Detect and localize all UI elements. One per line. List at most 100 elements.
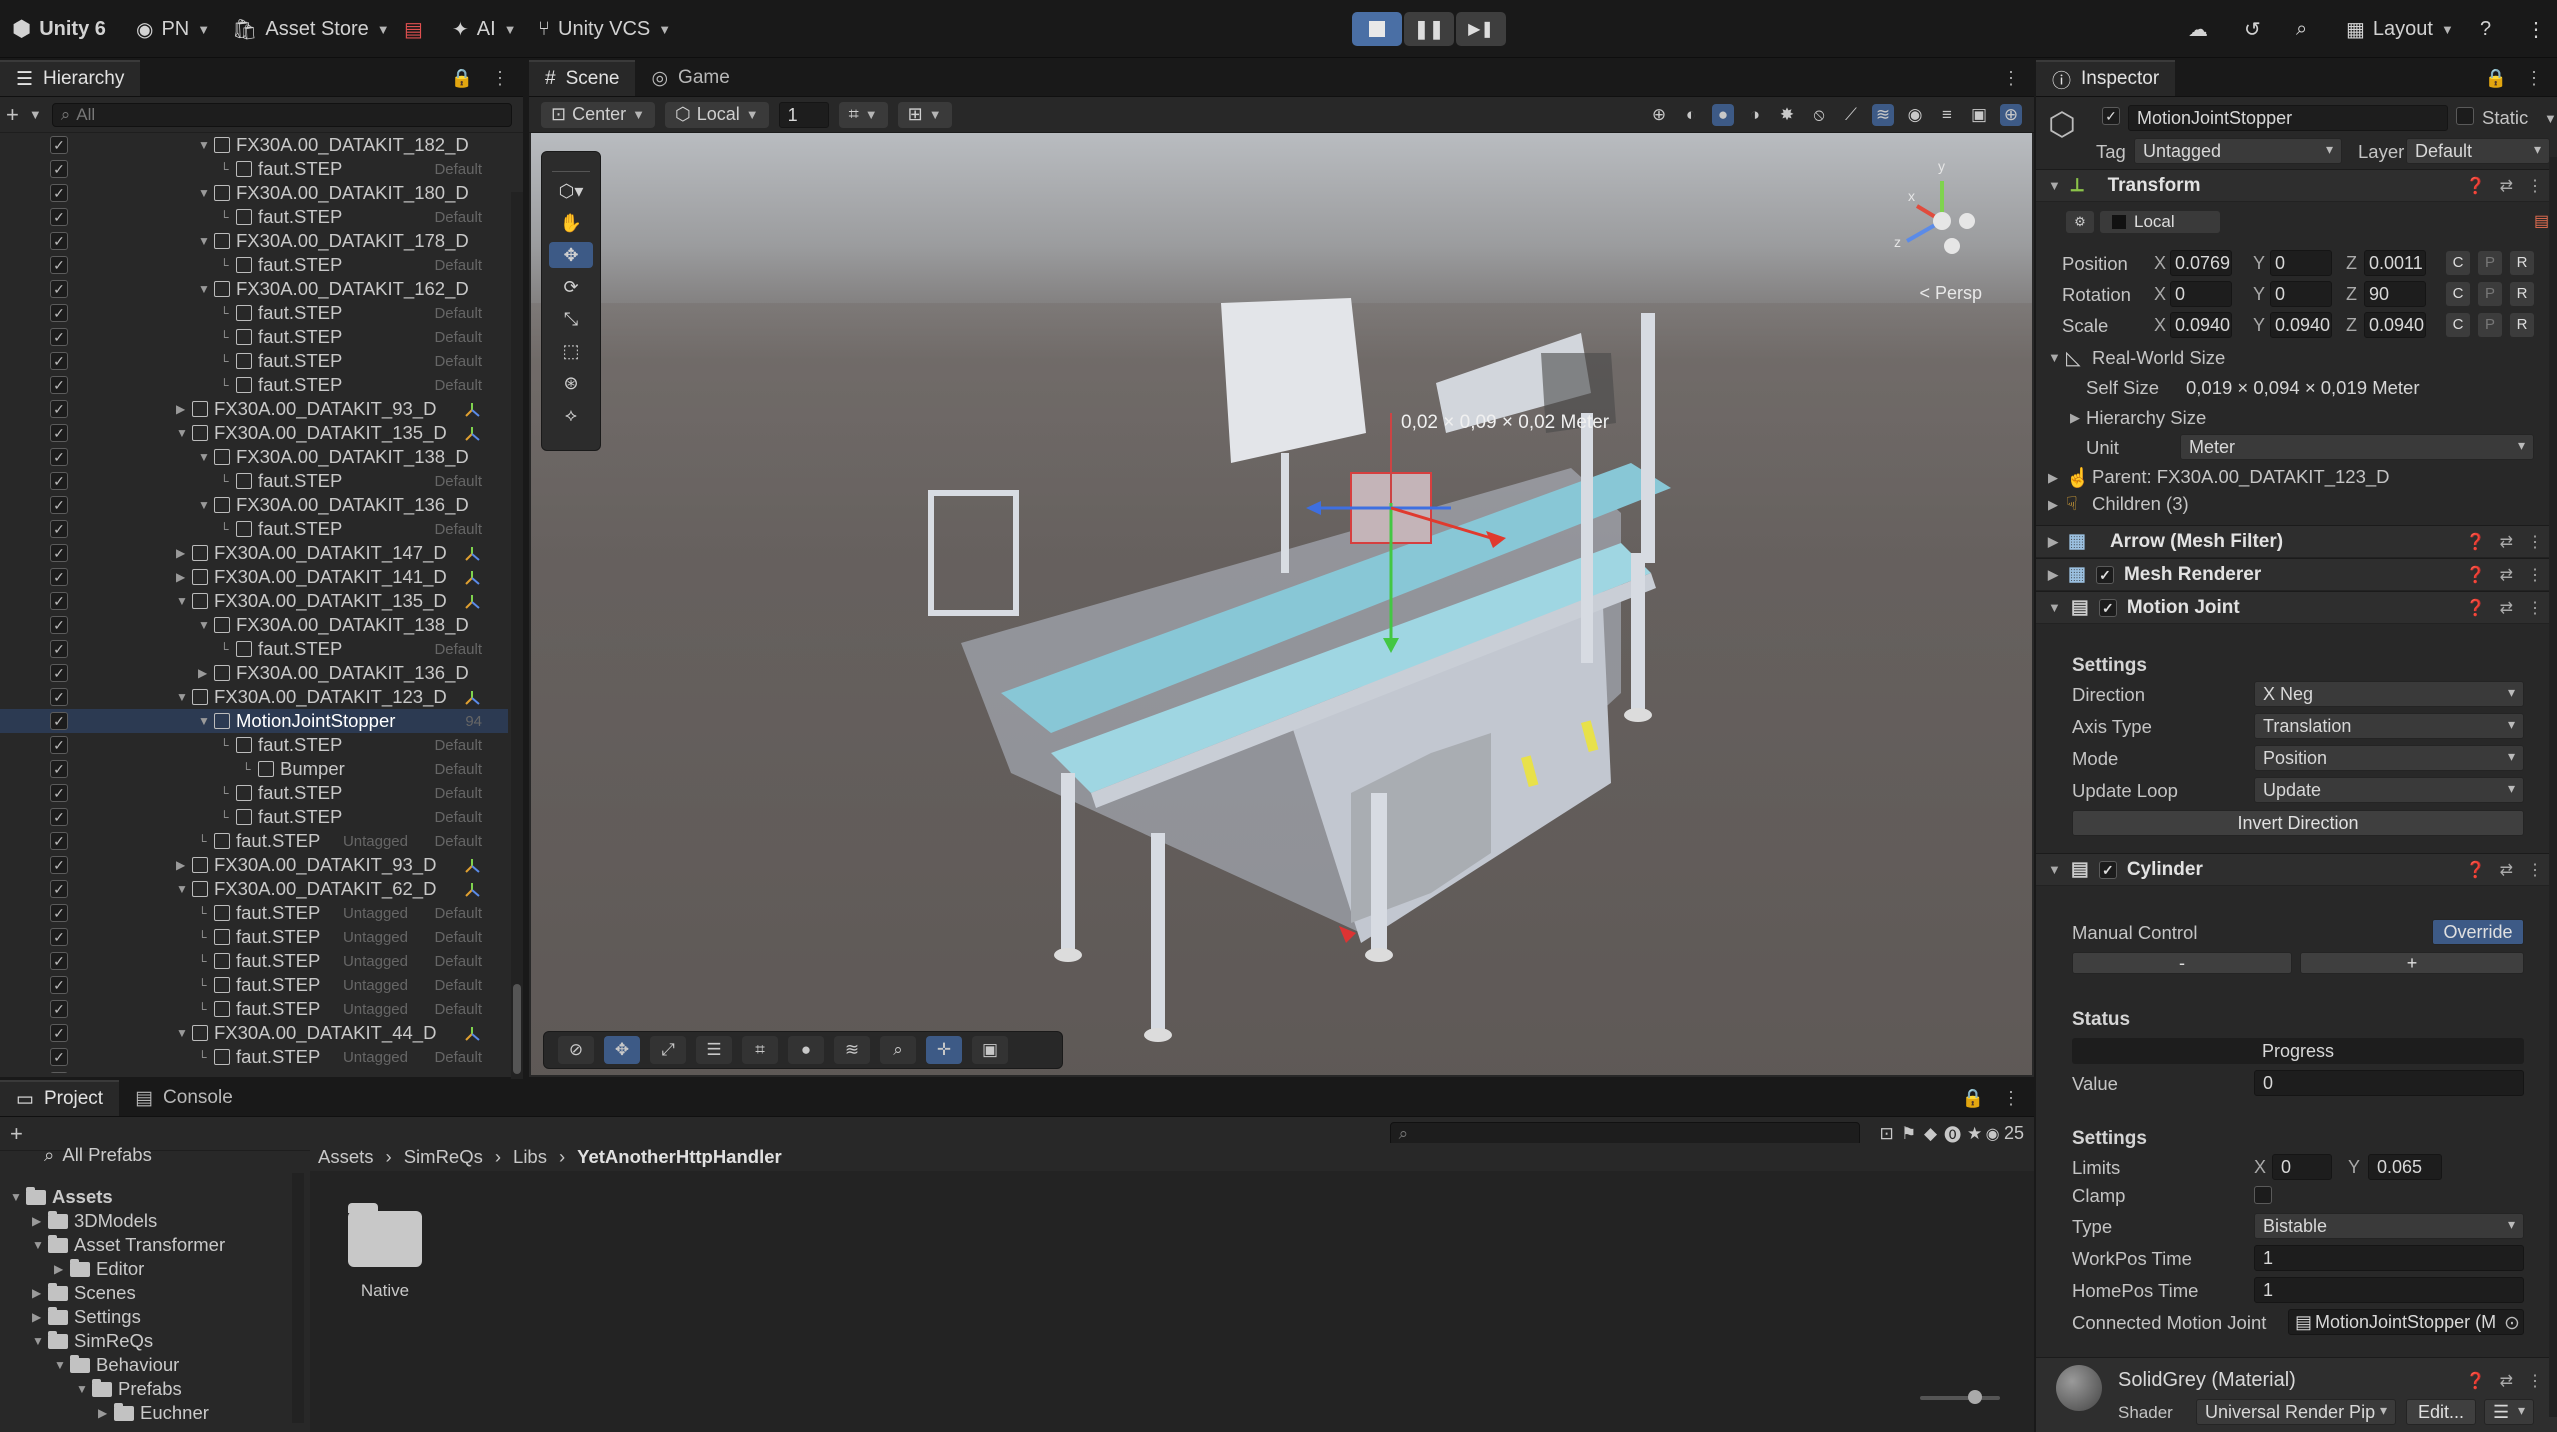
breadcrumb-item[interactable]: Libs: [513, 1146, 547, 1168]
active-checkbox[interactable]: ✓: [50, 208, 68, 226]
chevron-down-icon[interactable]: ▼: [10, 1190, 26, 1204]
move-tool[interactable]: ✥: [549, 242, 593, 268]
label-icon[interactable]: ◆: [1920, 1123, 1942, 1145]
active-checkbox[interactable]: ✓: [50, 1048, 68, 1066]
custom-tool[interactable]: ⟡: [549, 402, 593, 428]
grid-snap-icon[interactable]: ⌗: [742, 1036, 778, 1064]
help-icon[interactable]: ❓: [2466, 860, 2486, 880]
transform-tool-icon[interactable]: ⚙: [2066, 211, 2094, 233]
chevron-down-icon[interactable]: ▼: [32, 1334, 48, 1348]
active-checkbox[interactable]: ✓: [50, 928, 68, 946]
hierarchy-row[interactable]: ✓└faut.STEPUntaggedDefault: [0, 1069, 508, 1073]
chevron-down-icon[interactable]: ▼: [176, 1026, 192, 1040]
hierarchy-row[interactable]: ✓ ▼ FX30A.00_DATAKIT_180_D: [0, 181, 508, 205]
rotation-x-field[interactable]: 0: [2170, 281, 2232, 307]
hierarchy-row[interactable]: ✓ └ faut.STEP Default: [0, 373, 508, 397]
chevron-right-icon[interactable]: ▶: [32, 1214, 48, 1228]
invert-direction-button[interactable]: Invert Direction: [2072, 810, 2524, 836]
project-tree-item[interactable]: ▶ Scenes: [0, 1281, 305, 1305]
star-icon[interactable]: ★: [1964, 1123, 1986, 1145]
hierarchy-search[interactable]: ⌕ All: [51, 102, 512, 127]
position-r-button[interactable]: R: [2510, 251, 2534, 275]
hierarchy-item[interactable]: ▼ FX30A.00_DATAKIT_162_D: [198, 278, 469, 300]
more-icon[interactable]: ⋮: [2002, 68, 2020, 89]
active-checkbox[interactable]: ✓: [50, 904, 68, 922]
shader-options-dropdown[interactable]: ☰: [2484, 1399, 2534, 1425]
camera-icon[interactable]: ▣: [972, 1036, 1008, 1064]
tab-hierarchy[interactable]: ☰ Hierarchy: [0, 60, 141, 96]
hierarchy-item[interactable]: └ faut.STEP: [220, 782, 342, 804]
hierarchy-item[interactable]: ▼ FX30A.00_DATAKIT_62_D: [176, 878, 436, 900]
chevron-down-icon[interactable]: ▼: [198, 234, 214, 248]
hierarchy-item[interactable]: ▼ FX30A.00_DATAKIT_44_D: [176, 1022, 436, 1044]
hierarchy-row[interactable]: ✓└faut.STEPUntaggedDefault: [0, 925, 508, 949]
warning-icon[interactable]: ⓿: [1942, 1123, 1964, 1145]
workpos-field[interactable]: 1: [2254, 1245, 2524, 1271]
preset-icon[interactable]: ⇄: [2500, 598, 2513, 618]
chevron-right-icon[interactable]: ▶: [198, 666, 214, 680]
tree-scrollbar[interactable]: [292, 1173, 304, 1423]
mesh-renderer-checkbox[interactable]: ✓: [2095, 565, 2114, 584]
hierarchy-item[interactable]: ▼ FX30A.00_DATAKIT_135_D: [176, 590, 447, 612]
hierarchy-item[interactable]: └ faut.STEP: [198, 950, 320, 972]
active-checkbox[interactable]: ✓: [50, 664, 68, 682]
children-label[interactable]: Children (3): [2092, 493, 2189, 515]
lit-icon[interactable]: ◑: [1744, 104, 1766, 126]
active-checkbox[interactable]: ✓: [50, 1024, 68, 1042]
type-dropdown[interactable]: Bistable: [2254, 1213, 2524, 1239]
hierarchy-row[interactable]: ✓└faut.STEPUntaggedDefault: [0, 997, 508, 1021]
hierarchy-item[interactable]: └ faut.STEP: [198, 974, 320, 996]
fx-icon[interactable]: ⟋: [1840, 104, 1862, 126]
active-checkbox[interactable]: ✓: [50, 736, 68, 754]
scale-x-field[interactable]: 0.0940: [2170, 312, 2232, 338]
active-checkbox[interactable]: ✓: [50, 160, 68, 178]
active-checkbox[interactable]: ✓: [50, 1000, 68, 1018]
active-checkbox[interactable]: ✓: [50, 376, 68, 394]
active-checkbox[interactable]: ✓: [50, 640, 68, 658]
hierarchy-scroll-thumb[interactable]: [513, 984, 521, 1074]
hierarchy-item[interactable]: └ faut.STEP: [220, 158, 342, 180]
scale-p-button[interactable]: P: [2478, 313, 2502, 337]
ai-dropdown[interactable]: ✦ AI ▼: [452, 0, 517, 58]
hierarchy-row[interactable]: ✓└faut.STEPUntaggedDefault: [0, 901, 508, 925]
hierarchy-row[interactable]: ✓ └ faut.STEP Default: [0, 253, 508, 277]
hierarchy-row[interactable]: ✓ ▼ FX30A.00_DATAKIT_138_D: [0, 613, 508, 637]
tab-console[interactable]: ▤ Console: [119, 1080, 249, 1116]
more-icon[interactable]: ⋮: [491, 68, 509, 89]
chevron-right-icon[interactable]: ▶: [98, 1406, 114, 1420]
hierarchy-item[interactable]: ▼ FX30A.00_DATAKIT_178_D: [198, 230, 469, 252]
direction-dropdown[interactable]: X Neg: [2254, 681, 2524, 707]
chevron-down-icon[interactable]: ▼: [29, 107, 42, 122]
active-checkbox[interactable]: ✓: [50, 952, 68, 970]
homepos-field[interactable]: 1: [2254, 1277, 2524, 1303]
search-icon[interactable]: ⌕: [880, 1036, 916, 1064]
active-checkbox[interactable]: ✓: [50, 472, 68, 490]
more-icon[interactable]: ⋮: [2527, 598, 2543, 618]
pivot-icon[interactable]: ✛: [926, 1036, 962, 1064]
hierarchy-item[interactable]: ▶ FX30A.00_DATAKIT_147_D: [176, 542, 447, 564]
help-icon[interactable]: ❓: [2466, 598, 2486, 618]
transform-tool[interactable]: ⊛: [549, 370, 593, 396]
layers-icon[interactable]: ≋: [834, 1036, 870, 1064]
camera-icon[interactable]: ▣: [1968, 104, 1990, 126]
chevron-down-icon[interactable]: ▼: [176, 426, 192, 440]
hierarchy-item[interactable]: ▼ FX30A.00_DATAKIT_138_D: [198, 446, 469, 468]
record-icon[interactable]: ▤: [2534, 211, 2549, 231]
hierarchy-item[interactable]: ▶ FX30A.00_DATAKIT_136_D: [198, 662, 469, 684]
hierarchy-row[interactable]: ✓ └ faut.STEP Default: [0, 469, 508, 493]
value-field[interactable]: 0: [2254, 1070, 2524, 1096]
help-icon[interactable]: ❓: [2466, 565, 2486, 585]
breadcrumb-item[interactable]: SimReQs: [404, 1146, 483, 1168]
hierarchy-item[interactable]: ▶ FX30A.00_DATAKIT_93_D: [176, 854, 436, 876]
active-checkbox[interactable]: ✓: [50, 856, 68, 874]
hierarchy-row[interactable]: ✓ └ faut.STEP Default: [0, 733, 508, 757]
chevron-down-icon[interactable]: ▼: [198, 186, 214, 200]
help-icon[interactable]: ?: [2480, 0, 2491, 58]
hierarchy-item[interactable]: ▼ FX30A.00_DATAKIT_136_D: [198, 494, 469, 516]
chevron-down-icon[interactable]: ▼: [176, 690, 192, 704]
project-tree-item[interactable]: ▶ Euchner: [0, 1401, 305, 1425]
active-checkbox[interactable]: ✓: [50, 712, 68, 730]
chevron-right-icon[interactable]: ▶: [54, 1262, 70, 1276]
move-snap-icon[interactable]: ✥: [604, 1036, 640, 1064]
hierarchy-item[interactable]: ▼ FX30A.00_DATAKIT_138_D: [198, 614, 469, 636]
